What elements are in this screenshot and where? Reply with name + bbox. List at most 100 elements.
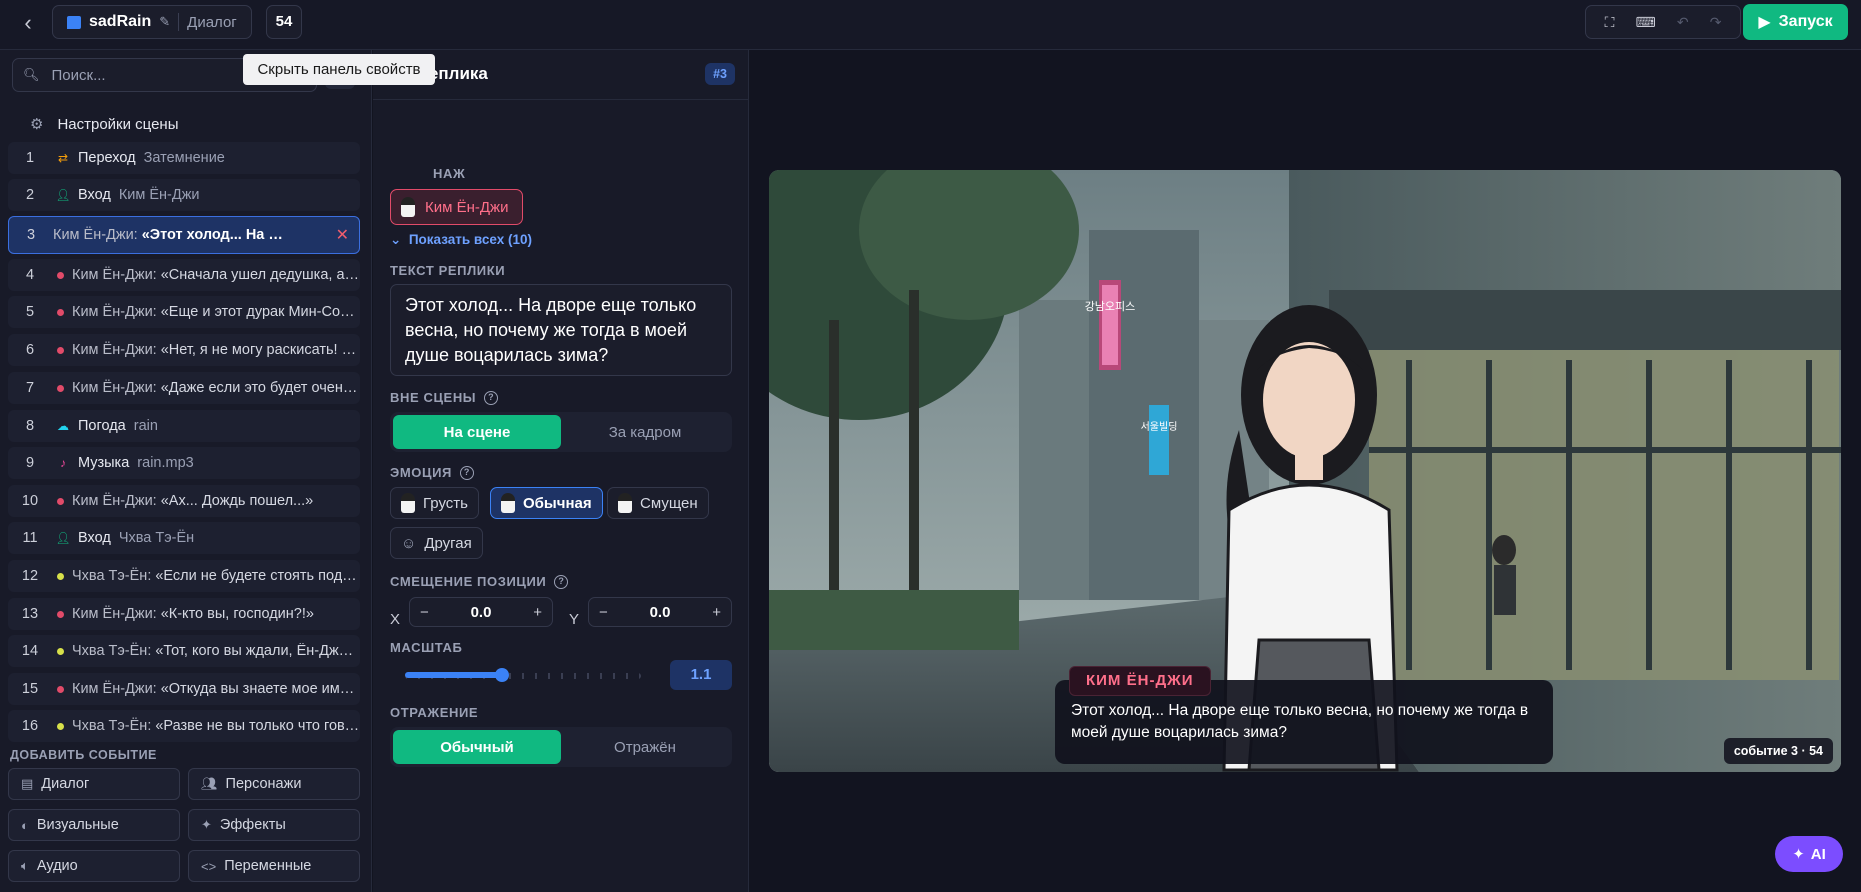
- music-icon: ♪: [60, 456, 66, 470]
- mirrored-option[interactable]: Отражён: [561, 730, 729, 764]
- ai-label: AI: [1810, 845, 1826, 863]
- event-item-2[interactable]: 2 👤︎ Вход Ким Ён-Джи: [8, 179, 360, 211]
- undo-icon[interactable]: ↶: [1677, 14, 1689, 31]
- normal-option[interactable]: Обычный: [393, 730, 561, 764]
- event-line: «К-кто вы, господин?!»: [160, 606, 314, 622]
- emotion-sad[interactable]: Грусть: [390, 487, 479, 519]
- event-item-7[interactable]: 7 Ким Ён-Джи: «Даже если это будет очень…: [8, 372, 360, 404]
- add-characters-button[interactable]: 👥︎ Персонажи: [188, 768, 360, 800]
- avatar: [401, 197, 415, 217]
- emotion-normal[interactable]: Обычная: [490, 487, 603, 519]
- speaker-dot: [57, 722, 64, 730]
- speaker-dot: [57, 271, 64, 279]
- event-line: «Откуда вы знаете мое имя...»: [160, 681, 360, 697]
- event-line: «Нет, я не могу раскисать! ...»: [160, 342, 360, 358]
- event-item-8[interactable]: 8 ☁ Погода rain: [8, 410, 360, 442]
- event-speaker: Чхва Тэ-Ён:: [72, 718, 152, 734]
- speaker-icon: 🔈︎: [21, 858, 29, 873]
- scale-label: МАСШТАБ: [390, 640, 463, 655]
- add-effects-button[interactable]: ✦ Эффекты: [188, 809, 360, 841]
- help-icon[interactable]: ?: [554, 574, 569, 589]
- help-icon[interactable]: ?: [484, 390, 499, 405]
- event-number: 3: [26, 227, 36, 243]
- event-number: 15: [21, 681, 39, 697]
- event-item-12[interactable]: 12 Чхва Тэ-Ён: «Если не будете стоять по…: [8, 560, 360, 592]
- back-button[interactable]: ‹: [14, 10, 42, 38]
- event-item-15[interactable]: 15 Ким Ён-Джи: «Откуда вы знаете мое имя…: [8, 673, 360, 705]
- event-number: 5: [25, 304, 35, 320]
- sparkle-icon: ✦: [1792, 846, 1805, 863]
- plus-icon[interactable]: +: [712, 604, 721, 621]
- scale-slider-fill: [405, 672, 502, 678]
- line-text-input[interactable]: Этот холод... На дворе еще только весна,…: [390, 284, 732, 376]
- ai-assistant-button[interactable]: ✦ AI: [1775, 836, 1843, 872]
- smile-icon: ☺: [401, 534, 417, 552]
- scale-value[interactable]: 1.1: [670, 660, 732, 690]
- event-item-16[interactable]: 16 Чхва Тэ-Ён: «Разве не вы только что г…: [8, 710, 360, 742]
- minus-icon[interactable]: −: [599, 604, 608, 621]
- event-item-5[interactable]: 5 Ким Ён-Джи: «Еще и этот дурак Мин-Сок.…: [8, 296, 360, 328]
- pencil-icon[interactable]: ✎: [159, 14, 170, 30]
- event-kind: Переход: [78, 150, 136, 166]
- event-item-4[interactable]: 4 Ким Ён-Джи: «Сначала ушел дедушка, а п…: [8, 259, 360, 291]
- dialogue-text: Этот холод... На дворе еще только весна,…: [1071, 702, 1529, 741]
- event-number: 14: [21, 643, 39, 659]
- event-item-6[interactable]: 6 Ким Ён-Джи: «Нет, я не могу раскисать!…: [8, 334, 360, 366]
- add-visuals-button[interactable]: ◐ Визуальные: [8, 809, 180, 841]
- help-icon[interactable]: ?: [459, 465, 474, 480]
- dialogue-speaker: КИМ ЁН-ДЖИ: [1069, 666, 1211, 696]
- event-speaker: Чхва Тэ-Ён:: [72, 643, 152, 659]
- x-stepper[interactable]: − 0.0 +: [409, 597, 553, 627]
- plus-icon[interactable]: +: [533, 604, 542, 621]
- character-label: НАЖ: [433, 166, 466, 181]
- chevron-down-icon: ⌄: [390, 232, 402, 247]
- event-number: 7: [25, 380, 35, 396]
- keyboard-icon[interactable]: ⌨: [1636, 14, 1656, 31]
- add-variables-button[interactable]: <> Переменные: [188, 850, 360, 882]
- event-item-11[interactable]: 11 👤︎ Вход Чхва Тэ-Ён: [8, 522, 360, 554]
- minus-icon[interactable]: −: [420, 604, 429, 621]
- reflect-toggle: Обычный Отражён: [390, 727, 732, 767]
- x-value[interactable]: 0.0: [471, 604, 492, 621]
- event-number: 6: [25, 342, 35, 358]
- redo-icon[interactable]: ↷: [1710, 14, 1722, 31]
- preview-stage: 강남오피스 서울빌딩 КИМ ЁН-ДЖИ Этот холод... На д…: [749, 50, 1861, 892]
- event-item-10[interactable]: 10 Ким Ён-Джи: «Ах... Дождь пошел...»: [8, 485, 360, 517]
- on-scene-option[interactable]: На сцене: [393, 415, 561, 449]
- event-speaker: Чхва Тэ-Ён:: [72, 568, 152, 584]
- event-number: 12: [21, 568, 39, 584]
- add-audio-button[interactable]: 🔈︎ Аудио: [8, 850, 180, 882]
- project-pill[interactable]: sadRain ✎ Диалог: [52, 5, 252, 39]
- speaker-dot: [57, 384, 64, 392]
- event-counter-badge: событие 3 · 54: [1723, 738, 1833, 764]
- y-value[interactable]: 0.0: [650, 604, 671, 621]
- chat-icon: ▤: [21, 776, 34, 791]
- chat-icon: [67, 15, 81, 29]
- scene-settings-item[interactable]: ⚙ Настройки сцены: [8, 108, 360, 140]
- run-button[interactable]: ▶ Запуск: [1743, 4, 1848, 40]
- event-speaker: Ким Ён-Джи:: [72, 606, 157, 622]
- event-item-1[interactable]: 1 ⇄ Переход Затемнение: [8, 142, 360, 174]
- event-item-3[interactable]: 3 Ким Ён-Джи: «Этот холод... На дворе ещ…: [8, 216, 360, 254]
- off-screen-option[interactable]: За кадром: [561, 415, 729, 449]
- scale-slider-handle[interactable]: [495, 668, 509, 682]
- fullscreen-icon[interactable]: ⛶: [1605, 14, 1615, 31]
- add-button-label: Эффекты: [219, 817, 286, 833]
- speaker-dot: [57, 497, 64, 505]
- event-kind: Вход: [78, 187, 111, 203]
- event-line: «Разве не вы только что говорили...»: [155, 718, 360, 734]
- run-label: Запуск: [1778, 13, 1833, 30]
- delete-event-icon[interactable]: ✕: [336, 225, 349, 245]
- emotion-embarrassed[interactable]: Смущен: [607, 487, 709, 519]
- event-number: 1: [25, 150, 35, 166]
- event-item-9[interactable]: 9 ♪ Музыка rain.mp3: [8, 447, 360, 479]
- add-dialog-button[interactable]: ▤ Диалог: [8, 768, 180, 800]
- emotion-other[interactable]: ☺ Другая: [390, 527, 483, 559]
- event-item-14[interactable]: 14 Чхва Тэ-Ён: «Тот, кого вы ждали, Ён-Д…: [8, 635, 360, 667]
- character-chip[interactable]: Ким Ён-Джи: [390, 189, 523, 225]
- event-item-13[interactable]: 13 Ким Ён-Джи: «К-кто вы, господин?!»: [8, 598, 360, 630]
- y-stepper[interactable]: − 0.0 +: [588, 597, 732, 627]
- show-all-link[interactable]: ⌄ Показать всех (10): [390, 232, 532, 248]
- event-number: 10: [21, 493, 39, 509]
- emotion-label: ЭМОЦИЯ?: [390, 465, 474, 480]
